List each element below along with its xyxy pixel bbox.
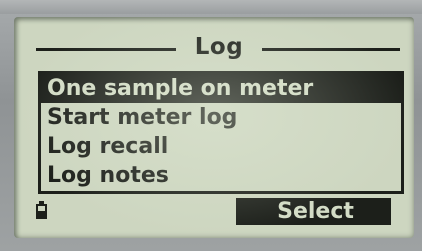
menu-item-start-meter-log[interactable]: Start meter log — [41, 103, 401, 132]
menu-item-log-recall[interactable]: Log recall — [41, 132, 401, 161]
menu-item-one-sample-on-meter[interactable]: One sample on meter — [41, 74, 401, 103]
title-rule-left — [36, 48, 176, 51]
battery-icon — [36, 201, 47, 219]
title-rule-right — [262, 48, 400, 51]
battery-level — [38, 211, 45, 217]
device-bezel: Log One sample on meter Start meter log … — [0, 0, 422, 251]
log-menu: One sample on meter Start meter log Log … — [38, 71, 404, 194]
select-softkey[interactable]: Select — [236, 198, 391, 225]
screen-title-row: Log — [36, 34, 400, 61]
bezel-top-edge — [0, 0, 422, 14]
screen-title: Log — [194, 34, 244, 60]
lcd-screen: Log One sample on meter Start meter log … — [14, 17, 414, 238]
menu-item-log-notes[interactable]: Log notes — [41, 161, 401, 190]
